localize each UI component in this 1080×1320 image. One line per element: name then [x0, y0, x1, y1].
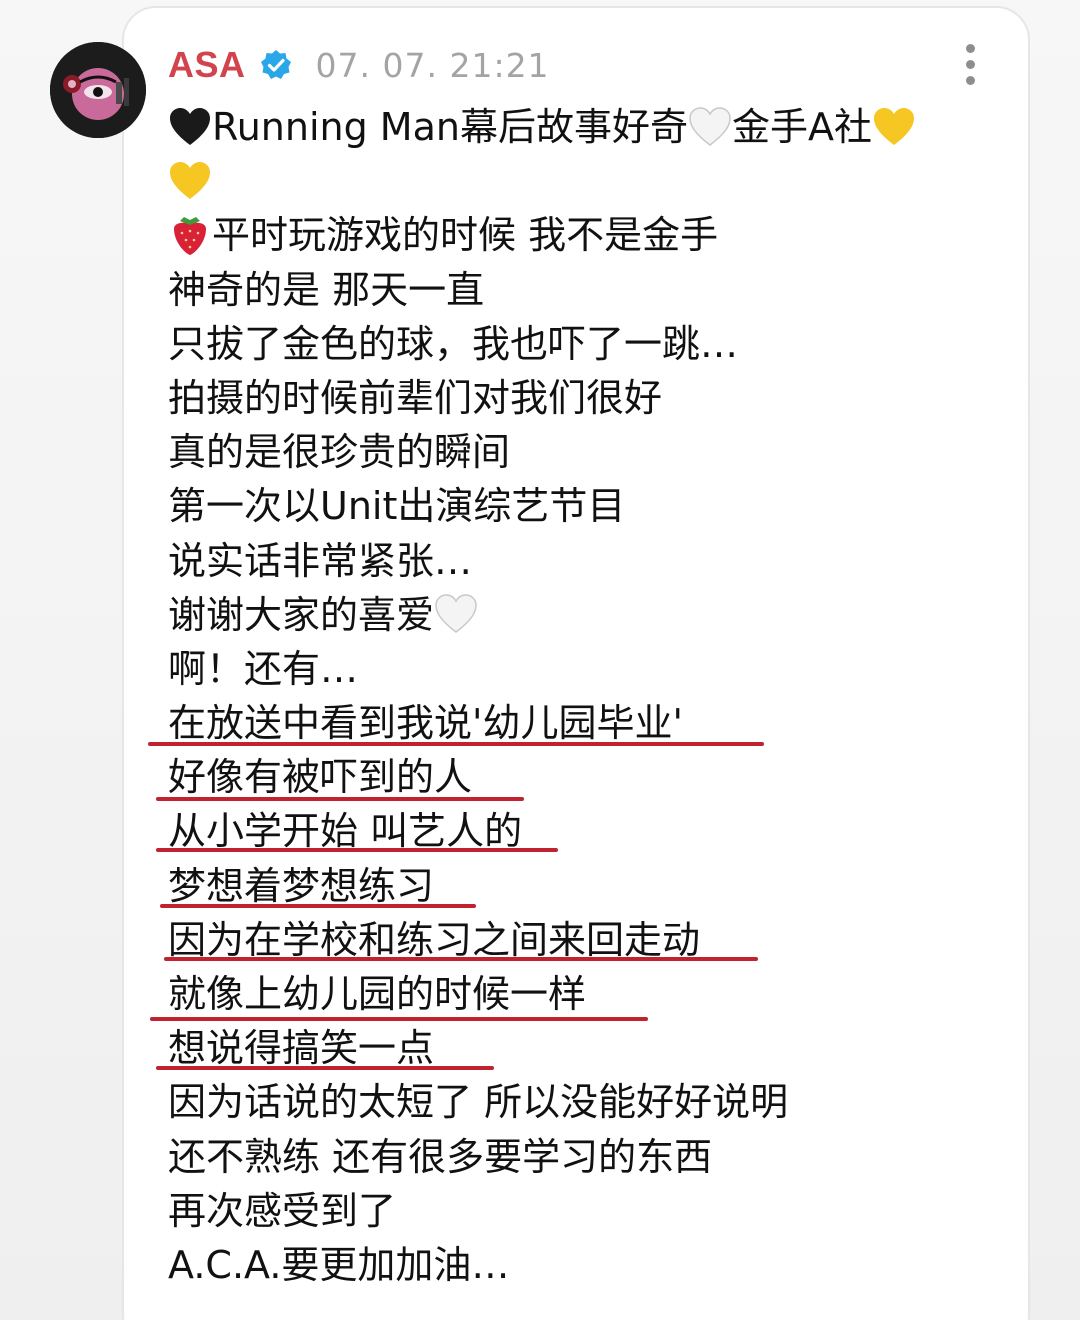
post-line [168, 154, 1018, 208]
author-name[interactable]: ASA [168, 44, 246, 86]
avatar[interactable] [50, 42, 146, 138]
post-line: 只拔了金色的球，我也吓了一跳… [168, 321, 739, 366]
post-line: 还不熟练 还有很多要学习的东西 [168, 1134, 713, 1179]
post-line: 真的是很珍贵的瞬间 [168, 430, 511, 475]
post-line-highlighted: 在放送中看到我说'幼儿园毕业' [168, 701, 683, 746]
avatar-image [50, 42, 146, 138]
more-options-icon[interactable] [958, 42, 984, 88]
post-line: 啊！还有… [168, 646, 359, 691]
post-line-highlighted: 梦想着梦想练习 [168, 863, 435, 908]
strawberry-icon [174, 216, 206, 255]
page: ASA 07. 07. 21:21 Running Man幕后故事好奇 金手A社 … [0, 0, 1080, 1320]
post-text: 谢谢大家的喜爱 [168, 592, 435, 637]
post-line: A.C.A.要更加加油… [168, 1242, 510, 1287]
post-timestamp: 07. 07. 21:21 [315, 45, 550, 85]
yellow-heart-icon [873, 107, 914, 145]
post-line-highlighted: 因为在学校和练习之间来回走动 [168, 917, 701, 962]
post-line: 第一次以Unit出演综艺节目 [168, 484, 626, 529]
verified-badge-icon [260, 50, 291, 79]
post-text: 平时玩游戏的时候 我不是金手 [212, 213, 719, 258]
post-line: 神奇的是 那天一直 [168, 267, 485, 312]
white-heart-icon [689, 106, 731, 146]
post-line-highlighted: 好像有被吓到的人 [168, 755, 473, 800]
post-line: 平时玩游戏的时候 我不是金手 [168, 208, 1018, 262]
post-line: 因为话说的太短了 所以没能好好说明 [168, 1080, 789, 1125]
post-text: 金手A社 [731, 105, 872, 149]
post-line-highlighted: 从小学开始 叫艺人的 [168, 809, 523, 854]
post-line-highlighted: 想说得搞笑一点 [168, 1026, 435, 1071]
white-heart-icon [435, 594, 477, 634]
post-body: Running Man幕后故事好奇 金手A社 平时玩游戏的时候 我不是金手 神奇的… [168, 100, 1018, 1292]
post-line: 说实话非常紧张… [168, 538, 473, 583]
post-line: 谢谢大家的喜爱 [168, 588, 1018, 642]
post-line: 拍摄的时候前辈们对我们很好 [168, 375, 663, 420]
post-header: ASA 07. 07. 21:21 [168, 40, 550, 90]
black-heart-icon [170, 107, 210, 145]
post-line-highlighted: 就像上幼儿园的时候一样 [168, 972, 587, 1016]
post-line: 再次感受到了 [168, 1188, 397, 1233]
yellow-heart-icon [170, 161, 210, 199]
post-line: Running Man幕后故事好奇 金手A社 [168, 100, 1018, 154]
post-text: Running Man幕后故事好奇 [212, 105, 688, 149]
